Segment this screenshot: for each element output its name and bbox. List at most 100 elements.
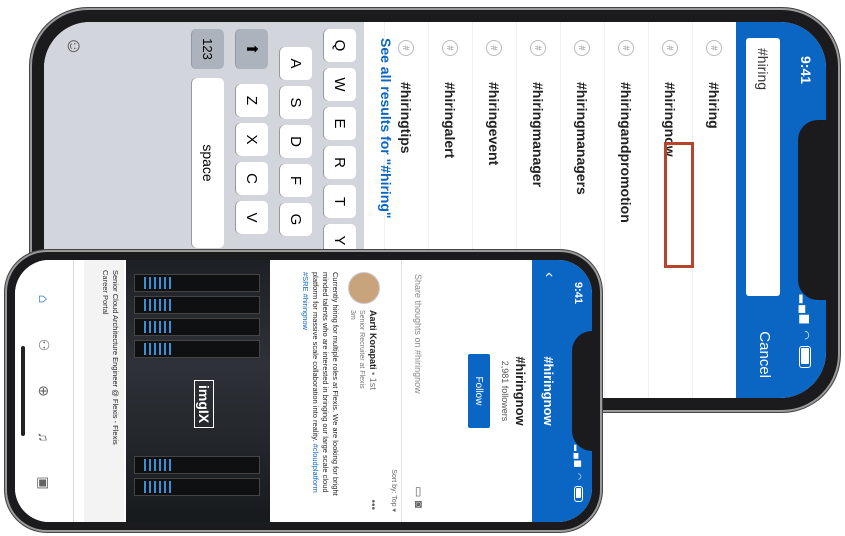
key-d[interactable]: D — [280, 125, 312, 158]
search-input[interactable] — [746, 38, 780, 296]
author-name: Aarti Korapati — [368, 310, 378, 370]
key-t[interactable]: T — [324, 185, 356, 218]
numbers-key[interactable]: 123 — [192, 29, 224, 69]
rack-lights — [141, 277, 171, 289]
server-rack — [134, 478, 260, 496]
link-subtitle: Career Portal — [101, 270, 110, 315]
jobs-icon[interactable]: ▣ — [33, 472, 55, 494]
sort-dropdown[interactable]: Sort by: Top ▾ — [390, 469, 398, 512]
network-icon[interactable]: ⚇ — [33, 334, 55, 356]
key-z[interactable]: Z — [236, 84, 268, 117]
rack-lights — [141, 321, 171, 333]
result-label: #hiringalert — [442, 82, 459, 159]
rack-lights — [141, 459, 171, 471]
result-item[interactable]: # #hiringandpromotion — [604, 22, 648, 398]
connection-degree: • 1st — [368, 372, 378, 390]
server-rack — [134, 318, 260, 336]
emoji-icon[interactable]: ☺ — [62, 36, 85, 56]
cancel-button[interactable]: Cancel — [755, 325, 774, 384]
shift-arrow-icon: ⬆ — [243, 42, 260, 56]
follow-button[interactable]: Follow — [468, 354, 490, 428]
post-image[interactable]: imgIX — [126, 260, 270, 522]
phone-notch — [798, 120, 826, 300]
key-f[interactable]: F — [280, 164, 312, 197]
status-icons: ▂▄▆ ◠ — [573, 445, 583, 502]
post-time: 3m — [349, 310, 356, 320]
sort-label: Sort by: Top — [390, 469, 397, 507]
server-rack — [134, 456, 260, 474]
caret-down-icon: ▾ — [390, 508, 397, 512]
server-rack — [134, 340, 260, 358]
hashtag-icon: # — [662, 40, 679, 56]
key-w[interactable]: W — [324, 68, 356, 101]
home-indicator — [21, 346, 25, 436]
hashtag-name: #hiringnow — [513, 356, 528, 426]
battery-icon — [573, 486, 583, 502]
key-e[interactable]: E — [324, 107, 356, 140]
key-a[interactable]: A — [280, 47, 312, 80]
author-title: Senior Recruiter at Flexis — [358, 310, 365, 389]
post-icon[interactable]: ⊕ — [33, 380, 55, 402]
key-x[interactable]: X — [236, 123, 268, 156]
result-item[interactable]: # #hiringnow — [648, 22, 692, 398]
wifi-icon: ◠ — [574, 473, 583, 482]
hashtag-header: ‹ #hiringnow #hiringnow 2,981 followers … — [432, 260, 562, 522]
rack-lights — [141, 299, 171, 311]
search-bar: Cancel — [736, 22, 786, 398]
hashtag-icon: # — [618, 40, 635, 56]
hashtag-icon: # — [574, 40, 591, 56]
hashtag-icon: # — [706, 40, 723, 56]
server-rack — [134, 274, 260, 292]
battery-icon — [798, 346, 811, 368]
share-placeholder: Share thoughts on #hiringnow — [413, 274, 423, 394]
server-rack — [134, 296, 260, 314]
post-card: Aarti Korapati • 1st Senior Recruiter at… — [73, 260, 386, 522]
hashtag-icon: # — [398, 40, 415, 56]
status-icons: ▂▄▆ ◠ — [798, 294, 812, 368]
wifi-icon: ◠ — [799, 330, 811, 342]
image-logo: imgIX — [194, 380, 214, 429]
share-icons: ▭ ◙ — [412, 486, 426, 508]
result-label: #hiringnow — [662, 82, 679, 157]
link-title: Senior Cloud Architecture Engineer @ Fle… — [111, 270, 120, 445]
phone-notch — [572, 331, 592, 451]
video-icon[interactable]: ▭ — [412, 486, 426, 497]
space-key[interactable]: space — [192, 78, 224, 248]
result-label: #hiringandpromotion — [618, 82, 635, 223]
rack-lights — [141, 343, 171, 355]
post-body: Currently hiring for multiple roles at F… — [300, 272, 340, 510]
post-meta: Senior Recruiter at Flexis 3m — [348, 310, 366, 389]
key-c[interactable]: C — [236, 162, 268, 195]
signal-icon: ▂▄▆ — [799, 294, 811, 326]
hashtag-icon: # — [442, 40, 459, 56]
feed-phone: 9:41 ▂▄▆ ◠ ‹ #hiringnow #hiringnow 2,981… — [5, 250, 602, 532]
camera-icon[interactable]: ◙ — [412, 501, 426, 508]
see-all-results-link[interactable]: See all results for "#hiring" — [378, 38, 394, 219]
result-item[interactable]: # #hiring — [692, 22, 736, 398]
header-title: #hiringnow — [541, 356, 556, 426]
result-label: #hiringmanager — [530, 82, 547, 188]
shift-key[interactable]: ⬆ — [236, 29, 268, 69]
notifications-icon[interactable]: ♫ — [33, 426, 55, 448]
follower-count: 2,981 followers — [500, 360, 510, 422]
rack-lights — [141, 481, 171, 493]
result-label: #hiringtips — [398, 82, 415, 154]
avatar[interactable] — [348, 272, 380, 304]
result-label: #hiring — [706, 82, 723, 129]
result-label: #hiringevent — [486, 82, 503, 166]
key-q[interactable]: Q — [324, 29, 356, 62]
key-r[interactable]: R — [324, 146, 356, 179]
hashtag-icon: # — [486, 40, 503, 56]
key-v[interactable]: V — [236, 201, 268, 234]
result-label: #hiringmanagers — [574, 82, 591, 195]
key-g[interactable]: G — [280, 203, 312, 236]
more-options-icon[interactable]: ••• — [367, 499, 378, 510]
status-time: 9:41 — [798, 56, 814, 85]
status-time: 9:41 — [572, 282, 584, 305]
link-preview[interactable]: Senior Cloud Architecture Engineer @ Fle… — [84, 260, 124, 522]
home-icon[interactable]: ⌂ — [33, 288, 55, 310]
hashtag-icon: # — [530, 40, 547, 56]
key-s[interactable]: S — [280, 86, 312, 119]
share-box[interactable]: Share thoughts on #hiringnow ▭ ◙ — [401, 260, 432, 522]
post-author[interactable]: Aarti Korapati • 1st — [368, 310, 378, 390]
